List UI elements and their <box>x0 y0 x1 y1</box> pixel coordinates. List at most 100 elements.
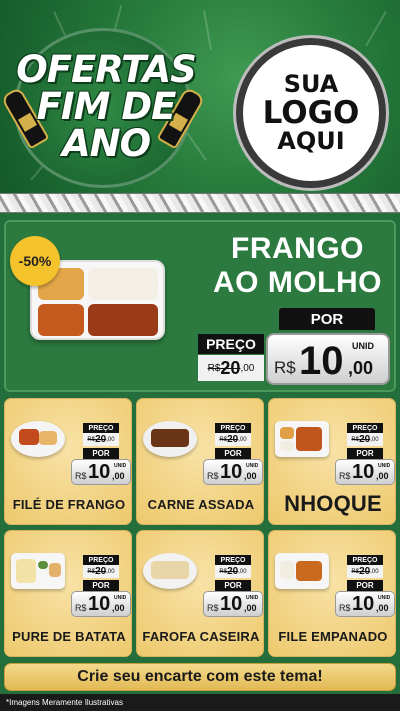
new-price-cents: ,00 <box>376 471 389 481</box>
old-price: R$ 20 ,00 <box>215 565 251 578</box>
old-price-cents: ,00 <box>106 436 115 443</box>
new-price-cents: ,00 <box>376 603 389 613</box>
product-name: FILE EMPANADO <box>278 629 388 644</box>
badge-title-line-3: ANO <box>61 122 151 165</box>
new-price: R$ 10 UNID ,00 <box>203 459 263 485</box>
dish-image <box>143 421 197 457</box>
featured-title-line-1: FRANGO <box>231 232 364 265</box>
new-price-currency: R$ <box>274 358 296 377</box>
old-price-cents: ,00 <box>240 362 255 374</box>
dish-image <box>11 553 65 589</box>
por-label: POR <box>347 448 383 459</box>
old-price-integer: 20 <box>359 434 371 445</box>
por-label: POR <box>83 448 119 459</box>
new-price-unit: UNID <box>246 463 259 469</box>
old-price-currency: R$ <box>219 568 228 575</box>
new-price: R$ 10 UNID ,00 <box>335 591 395 617</box>
featured-new-price: R$ 10 UNID ,00 <box>266 333 390 385</box>
product-name: FILÉ DE FRANGO <box>12 497 126 512</box>
por-label: POR <box>83 580 119 591</box>
new-price: R$ 10 UNID ,00 <box>71 459 131 485</box>
rope-divider <box>0 193 400 213</box>
preco-label: PREÇO <box>347 423 383 433</box>
featured-old-price: R$ 20 ,00 <box>198 355 264 381</box>
featured-title-line-2: AO MOLHO <box>213 266 382 299</box>
old-price: R$ 20 ,00 <box>347 565 383 578</box>
por-label: POR <box>215 580 251 591</box>
product-name: PURE DE BATATA <box>12 629 126 644</box>
new-price-cents: ,00 <box>112 471 125 481</box>
dish-image <box>275 421 329 457</box>
new-price-integer: 10 <box>299 339 344 383</box>
disclaimer-text: *Imagens Meramente Ilustrativas <box>0 694 400 711</box>
preco-label: PREÇO <box>83 555 119 565</box>
new-price-currency: R$ <box>207 603 219 613</box>
new-price-integer: 10 <box>88 593 111 615</box>
new-price-integer: 10 <box>88 461 111 483</box>
old-price: R$ 20 ,00 <box>347 433 383 446</box>
new-price-currency: R$ <box>339 471 351 481</box>
dish-image <box>143 553 197 589</box>
create-flyer-button[interactable]: Crie seu encarte com este tema! <box>4 663 396 691</box>
logo-placeholder[interactable]: SUA LOGO AQUI <box>236 38 386 188</box>
logo-text-line-1: SUA <box>283 69 339 98</box>
new-price-cents: ,00 <box>244 603 257 613</box>
dish-image <box>275 553 329 589</box>
new-price-currency: R$ <box>75 603 87 613</box>
new-price-integer: 10 <box>220 593 243 615</box>
new-price-unit: UNID <box>352 341 374 351</box>
product-card[interactable]: PREÇO R$ 20 ,00 POR R$ 10 UNID ,00 CARNE… <box>136 398 264 525</box>
old-price-cents: ,00 <box>106 568 115 575</box>
preco-label: PREÇO <box>347 555 383 565</box>
new-price-cents: ,00 <box>244 471 257 481</box>
old-price: R$ 20 ,00 <box>83 433 119 446</box>
dish-image <box>11 421 65 457</box>
old-price-currency: R$ <box>87 436 96 443</box>
old-price: R$ 20 ,00 <box>215 433 251 446</box>
old-price-integer: 20 <box>227 434 239 445</box>
new-price-cents: ,00 <box>348 358 374 378</box>
product-name: FAROFA CASEIRA <box>142 629 260 644</box>
product-card[interactable]: PREÇO R$ 20 ,00 POR R$ 10 UNID ,00 NHOQU… <box>268 398 396 525</box>
featured-preco-label: PREÇO <box>198 334 264 354</box>
old-price-cents: ,00 <box>238 436 247 443</box>
preco-label: PREÇO <box>215 555 251 565</box>
featured-por-label: POR <box>279 308 375 330</box>
new-price-unit: UNID <box>114 595 127 601</box>
new-price-currency: R$ <box>207 471 219 481</box>
product-card[interactable]: PREÇO R$ 20 ,00 POR R$ 10 UNID ,00 FILÉ … <box>4 398 132 525</box>
por-label: POR <box>215 448 251 459</box>
discount-badge: -50% <box>10 236 60 286</box>
product-card[interactable]: PREÇO R$ 20 ,00 POR R$ 10 UNID ,00 FILE … <box>268 530 396 657</box>
old-price-currency: R$ <box>351 436 360 443</box>
new-price-integer: 10 <box>352 461 375 483</box>
new-price-integer: 10 <box>352 593 375 615</box>
product-name: NHOQUE <box>284 491 382 516</box>
new-price-unit: UNID <box>378 595 391 601</box>
old-price-integer: 20 <box>95 566 107 577</box>
logo-text-line-2: LOGO <box>262 94 360 131</box>
new-price: R$ 10 UNID ,00 <box>203 591 263 617</box>
new-price-currency: R$ <box>339 603 351 613</box>
preco-label: PREÇO <box>83 423 119 433</box>
por-label: POR <box>347 580 383 591</box>
old-price-cents: ,00 <box>370 568 379 575</box>
logo-text-line-3: AQUI <box>277 127 345 156</box>
product-card[interactable]: PREÇO R$ 20 ,00 POR R$ 10 UNID ,00 PURE … <box>4 530 132 657</box>
product-card[interactable]: PREÇO R$ 20 ,00 POR R$ 10 UNID ,00 FAROF… <box>136 530 264 657</box>
old-price-currency: R$ <box>207 362 221 374</box>
old-price-cents: ,00 <box>370 436 379 443</box>
new-price-unit: UNID <box>246 595 259 601</box>
new-price: R$ 10 UNID ,00 <box>71 591 131 617</box>
new-price-unit: UNID <box>378 463 391 469</box>
preco-label: PREÇO <box>215 423 251 433</box>
product-name: CARNE ASSADA <box>147 497 255 512</box>
new-price-currency: R$ <box>75 471 87 481</box>
new-price-cents: ,00 <box>112 603 125 613</box>
old-price-currency: R$ <box>219 436 228 443</box>
old-price-currency: R$ <box>351 568 360 575</box>
old-price-currency: R$ <box>87 568 96 575</box>
old-price-integer: 20 <box>227 566 239 577</box>
new-price-unit: UNID <box>114 463 127 469</box>
new-price: R$ 10 UNID ,00 <box>335 459 395 485</box>
